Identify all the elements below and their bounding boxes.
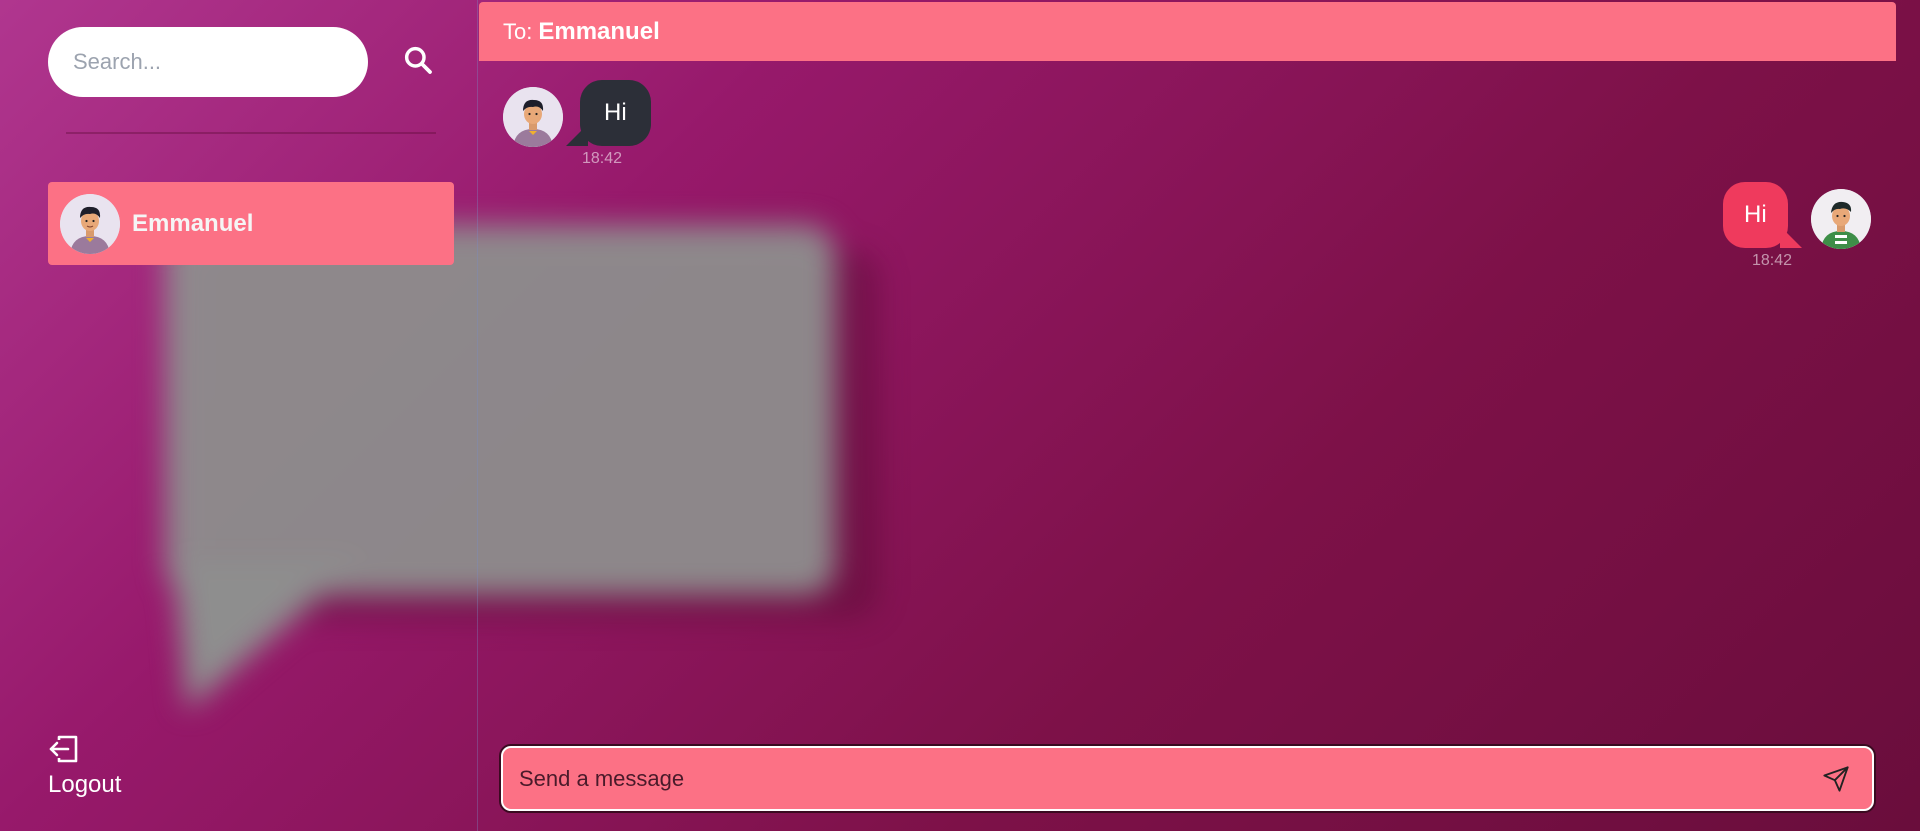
sidebar: Emmanuel Logout [0,0,478,831]
user-avatar [1811,189,1871,249]
message-timestamp: 18:42 [1752,252,1793,269]
message-bubble-incoming: Hi [566,80,651,146]
conversation-name: Emmanuel [132,209,254,237]
search-wrapper [48,27,368,97]
contact-avatar [60,193,120,254]
search-input[interactable] [48,27,368,97]
logout-label: Logout [48,771,122,798]
search-button[interactable] [391,33,445,87]
chat-header: To: Emmanuel [479,2,1896,61]
message-composer [501,746,1874,811]
message-timestamp: 18:42 [582,150,623,167]
message-outgoing: Hi 18:42 [1723,182,1873,272]
logout-icon [49,735,78,763]
sidebar-divider [66,132,436,134]
search-icon [404,46,432,74]
sender-avatar [503,87,563,147]
recipient-prefix: To: [503,18,533,44]
logout-button[interactable]: Logout [48,733,121,799]
conversation-item-emmanuel[interactable]: Emmanuel [48,182,454,265]
send-icon [1823,765,1849,792]
send-button[interactable] [1816,759,1856,799]
message-bubble-outgoing: Hi [1723,182,1802,248]
recipient-name: Emmanuel [538,17,660,45]
message-input[interactable] [503,747,1816,810]
